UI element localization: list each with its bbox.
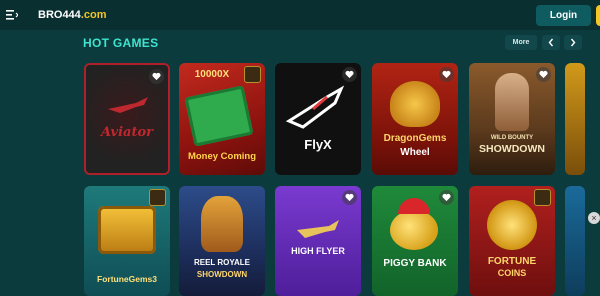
heart-icon: [539, 70, 548, 79]
game-card-dragon-gems-wheel[interactable]: DragonGems Wheel: [372, 63, 458, 175]
card-subtitle: WILD BOUNTY: [490, 135, 534, 141]
game-card-flyx[interactable]: FlyX: [275, 63, 361, 175]
card-title: Money Coming: [187, 151, 257, 162]
card-subtitle: SHOWDOWN: [196, 270, 248, 279]
logo-suffix: .com: [80, 9, 107, 21]
card-title: SHOWDOWN: [479, 143, 545, 155]
plane-icon: [108, 97, 148, 113]
more-button[interactable]: More: [505, 35, 537, 50]
game-card-partial[interactable]: [565, 186, 585, 296]
card-art: [201, 196, 243, 252]
card-art: [297, 220, 339, 238]
logo-main: BRO444: [38, 9, 81, 21]
card-art: [390, 81, 440, 127]
heart-icon: [442, 70, 451, 79]
card-title: HIGH FLYER: [291, 246, 345, 256]
game-card-high-flyer[interactable]: HIGH FLYER: [275, 186, 361, 296]
card-title: PIGGY BANK: [383, 258, 447, 269]
section-title: HOT GAMES: [83, 36, 159, 50]
card-title: Aviator: [101, 125, 153, 140]
site-logo[interactable]: BRO444.com: [38, 7, 106, 23]
card-art: [487, 200, 537, 250]
favorite-button[interactable]: [536, 67, 551, 82]
chevron-right-icon: [570, 38, 576, 47]
game-card-reel-royale-showdown[interactable]: REEL ROYALE SHOWDOWN: [179, 186, 265, 296]
heart-icon: [345, 70, 354, 79]
carousel-prev-button[interactable]: [542, 35, 560, 50]
game-card-fortune-gems-3[interactable]: FortuneGems3: [84, 186, 170, 296]
card-title: FORTUNE: [487, 256, 537, 267]
close-icon[interactable]: ×: [588, 212, 600, 224]
favorite-button[interactable]: [439, 67, 454, 82]
chevron-left-icon: [548, 38, 554, 47]
game-badge: [244, 66, 261, 83]
game-card-partial[interactable]: [565, 63, 585, 175]
game-badge: [534, 189, 551, 206]
card-art: [390, 210, 438, 250]
login-button[interactable]: Login: [536, 5, 591, 26]
card-title: DragonGems: [383, 133, 447, 144]
card-art: [495, 73, 529, 131]
heart-icon: [442, 193, 451, 202]
favorite-button[interactable]: [342, 190, 357, 205]
heart-icon: [152, 72, 161, 81]
game-card-money-coming[interactable]: 10000X Money Coming: [179, 63, 265, 175]
card-subtitle: COINS: [497, 268, 527, 278]
card-title: FlyX: [304, 137, 332, 152]
card-art: [184, 85, 254, 147]
register-button-edge[interactable]: [596, 5, 600, 26]
game-card-piggy-bank[interactable]: PIGGY BANK: [372, 186, 458, 296]
game-card-fortune-coins[interactable]: FORTUNE COINS: [469, 186, 555, 296]
game-card-aviator[interactable]: Aviator: [84, 63, 170, 175]
card-subtitle: Wheel: [400, 147, 430, 158]
card-art: [98, 206, 156, 254]
favorite-button[interactable]: [439, 190, 454, 205]
card-title: FortuneGems3: [97, 274, 157, 284]
carousel-next-button[interactable]: [564, 35, 582, 50]
santa-hat: [398, 198, 430, 214]
game-badge: [149, 189, 166, 206]
favorite-button[interactable]: [342, 67, 357, 82]
game-card-wild-bounty-showdown[interactable]: WILD BOUNTY SHOWDOWN: [469, 63, 555, 175]
menu-icon[interactable]: [6, 9, 18, 21]
favorite-button[interactable]: [149, 69, 164, 84]
card-title: REEL ROYALE: [193, 258, 250, 267]
top-bar: BRO444.com Login: [0, 0, 600, 30]
heart-icon: [345, 193, 354, 202]
card-art: [285, 85, 345, 129]
